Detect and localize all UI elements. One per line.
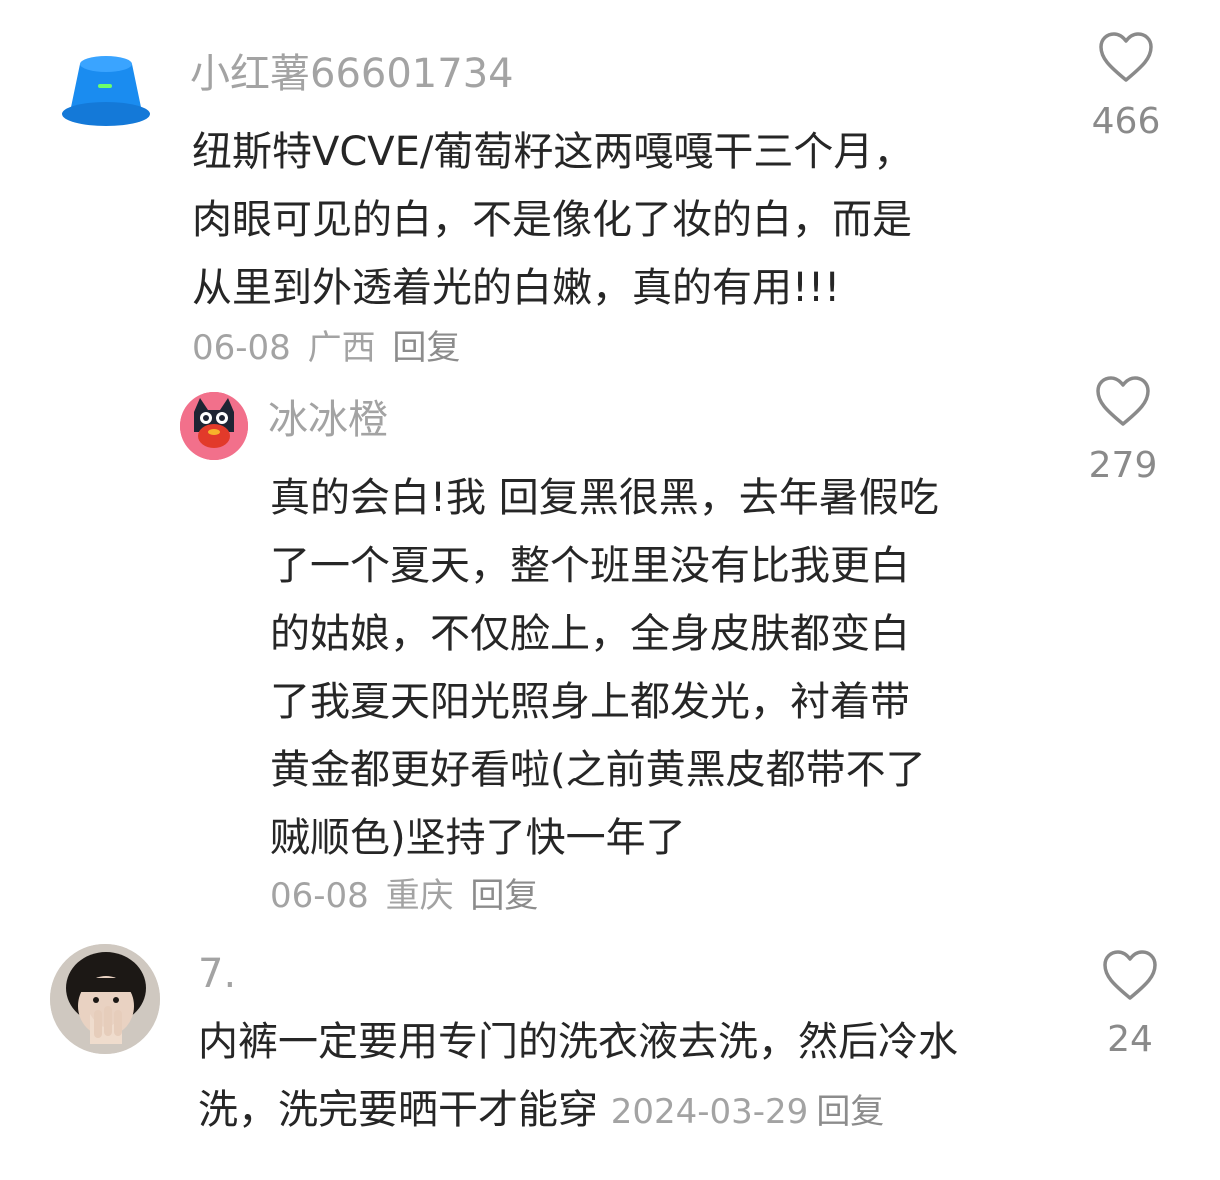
reply-button[interactable]: 回复	[816, 1092, 884, 1132]
like-count: 24	[1107, 1019, 1153, 1060]
heart-icon	[1099, 32, 1153, 82]
heart-icon	[1096, 376, 1150, 426]
comment-text-line: 的姑娘，不仅脸上，全身皮肤都变白	[270, 611, 910, 657]
like-count: 279	[1088, 445, 1158, 486]
like-button[interactable]: 279	[1068, 374, 1178, 488]
avatar[interactable]	[58, 42, 154, 138]
reply-button[interactable]: 回复	[392, 328, 460, 368]
comment-text-line: 黄金都更好看啦(之前黄黑皮都带不了	[270, 747, 926, 793]
comment-meta: 06-08 重庆 回复	[270, 876, 544, 916]
comment-text-line: 内裤一定要用专门的洗衣液去洗，然后冷水	[198, 1019, 958, 1065]
comment-location: 广西	[307, 328, 376, 368]
like-count: 466	[1091, 101, 1161, 142]
comment-date: 06-08	[192, 328, 291, 368]
reply-button[interactable]: 回复	[470, 876, 538, 916]
avatar[interactable]	[180, 392, 248, 460]
username[interactable]: 小红薯66601734	[190, 50, 514, 98]
cartoon-cat-icon	[180, 392, 248, 460]
comment-text-line: 从里到外透着光的白嫩，真的有用!!!	[192, 265, 841, 311]
comment-meta: 2024-03-29 回复	[611, 1092, 885, 1132]
comment-text-line: 贼顺色)坚持了快一年了	[270, 815, 686, 861]
comment-meta: 06-08 广西 回复	[192, 328, 466, 368]
comment-text-line: 纽斯特VCVE/葡萄籽这两嘎嘎干三个月，	[192, 129, 914, 175]
comment-text-line: 肉眼可见的白，不是像化了妆的白，而是	[192, 197, 912, 243]
comment-date: 06-08	[270, 876, 369, 916]
heart-icon	[1103, 950, 1157, 1000]
like-button[interactable]: 24	[1075, 948, 1185, 1062]
comment-text-line: 了一个夏天，整个班里没有比我更白	[270, 543, 910, 589]
comment-text-line: 了我夏天阳光照身上都发光，衬着带	[270, 679, 910, 725]
username[interactable]: 冰冰橙	[268, 396, 388, 444]
comment-text-tail: 洗，洗完要晒干才能穿	[198, 1087, 598, 1133]
photo-avatar-icon	[50, 944, 160, 1054]
comment-location: 重庆	[385, 876, 454, 916]
avatar[interactable]	[50, 944, 160, 1054]
username[interactable]: 7.	[198, 950, 236, 998]
blue-bucket-hat-icon	[62, 56, 150, 126]
like-button[interactable]: 466	[1071, 30, 1181, 144]
comment-text-line: 洗，洗完要晒干才能穿 2024-03-29 回复	[198, 1076, 884, 1146]
comment-date: 2024-03-29	[610, 1092, 809, 1132]
comment-text-line: 真的会白!我 回复黑很黑，去年暑假吃	[270, 475, 939, 521]
